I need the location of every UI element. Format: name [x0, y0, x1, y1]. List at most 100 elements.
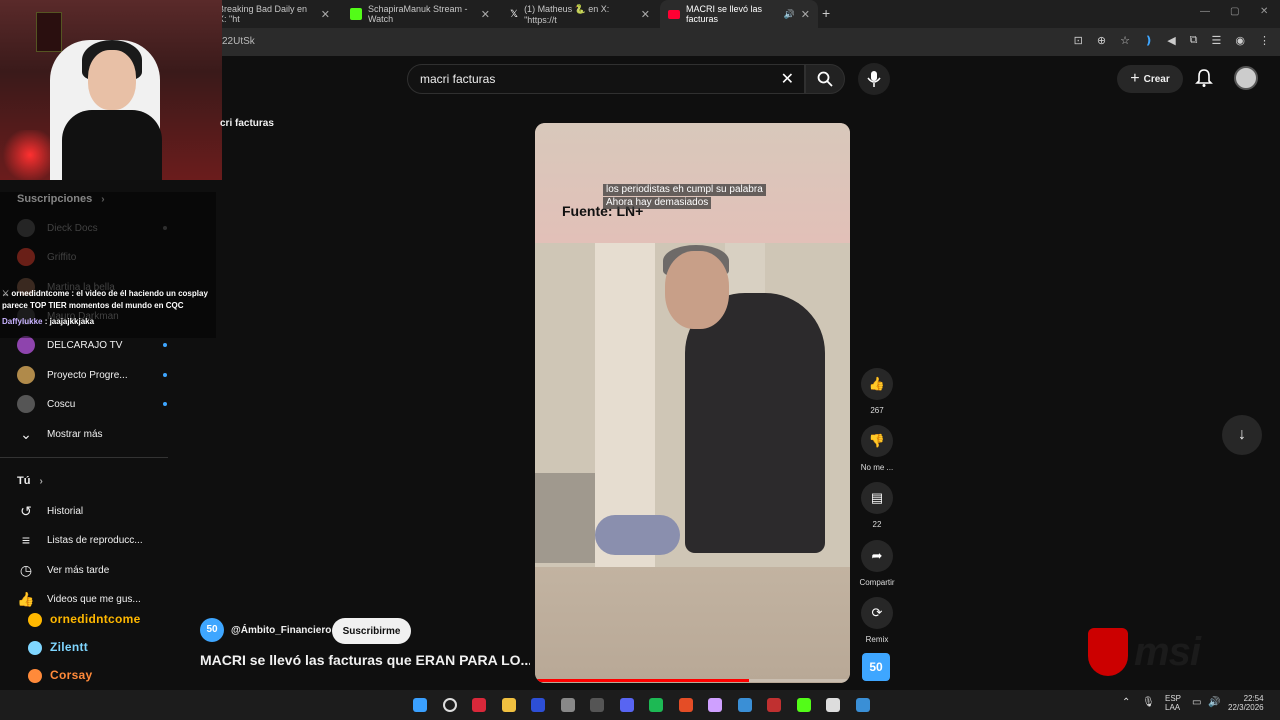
comments-button[interactable]: ▤ 22: [860, 482, 894, 529]
audio-icon[interactable]: ◀: [1167, 34, 1175, 47]
close-icon[interactable]: ✕: [321, 8, 330, 21]
chat-username: ornedidntcome: [11, 289, 70, 298]
app-circle-icon[interactable]: [590, 698, 604, 712]
chat-username: Daffylukke: [2, 317, 43, 326]
search-button[interactable]: [805, 64, 845, 94]
sidebar-item-playlists[interactable]: ≡ Listas de reproducc...: [17, 527, 167, 553]
new-tab-plus-icon[interactable]: +: [822, 5, 830, 21]
discord-icon[interactable]: [619, 698, 634, 712]
close-icon[interactable]: ✕: [481, 8, 490, 21]
stream-alert-name: Zilentt: [50, 640, 89, 654]
v-app-icon[interactable]: [531, 698, 545, 712]
channel-name: DELCARAJO TV: [47, 339, 123, 351]
sidebar-item-proyecto-progre[interactable]: Proyecto Progre...: [17, 362, 167, 388]
kick-icon[interactable]: [796, 698, 811, 712]
video-caption: los periodistas eh cumpl su palabra: [603, 184, 766, 196]
app-red-icon[interactable]: [472, 698, 486, 712]
url-text[interactable]: 22UtSk: [222, 36, 255, 47]
maximize-icon[interactable]: ▢: [1230, 6, 1239, 17]
search-input[interactable]: macri facturas: [420, 72, 495, 86]
thumb-up-icon: 👍: [861, 368, 893, 400]
sidebar-item-label: Listas de reproducc...: [47, 534, 143, 546]
tab-title: SchapiraManuk Stream - Watch: [368, 4, 468, 24]
video-progress-bar[interactable]: [535, 679, 850, 682]
subscribe-button[interactable]: Suscribirme: [332, 618, 411, 644]
voice-search-button[interactable]: [858, 63, 890, 95]
spotify-icon[interactable]: [649, 698, 663, 712]
msi-wordmark: msi: [1134, 629, 1201, 674]
channel-name[interactable]: @Ámbito_Financiero: [231, 625, 331, 636]
shorts-video-player[interactable]: Fuente: LN+ los periodistas eh cumpl su …: [535, 123, 850, 683]
stream-alert-name: ornedidntcome: [50, 612, 141, 626]
zoom-icon[interactable]: ⊕: [1097, 34, 1106, 47]
thumb-down-icon: 👎: [861, 425, 893, 457]
dislike-label: No me ...: [860, 463, 894, 472]
app-window-icon[interactable]: [855, 698, 870, 712]
app-spiral-icon[interactable]: [708, 698, 722, 712]
tray-mic-icon[interactable]: 🎙: [1142, 697, 1155, 708]
menu-kebab-icon[interactable]: ⋮: [1259, 34, 1270, 47]
search-icon[interactable]: [442, 698, 457, 712]
original-sound-thumbnail[interactable]: 50: [862, 653, 890, 681]
notifications-bell-icon[interactable]: [1195, 68, 1213, 88]
remix-label: Remix: [865, 635, 889, 644]
extension-blue-icon[interactable]: ❫: [1144, 34, 1153, 47]
sidebar-item-liked-videos[interactable]: 👍 Videos que me gus...: [17, 586, 167, 612]
sidebar-divider: [0, 457, 168, 458]
chat-badge-icon: ⚔: [2, 289, 12, 298]
bookmark-star-icon[interactable]: ☆: [1120, 34, 1130, 47]
app-c-icon[interactable]: [826, 698, 840, 712]
app-grey-icon[interactable]: [560, 698, 575, 712]
channel-avatar: [17, 395, 35, 413]
tab-macri-facturas[interactable]: MACRI se llevó las facturas 🔊 ✕: [660, 0, 818, 28]
language-indicator[interactable]: ESP LAA: [1165, 694, 1181, 712]
sidebar-item-coscu[interactable]: Coscu: [17, 391, 167, 417]
share-arrow-icon: ➦: [861, 540, 893, 572]
minimize-icon[interactable]: —: [1200, 6, 1210, 17]
show-more-button[interactable]: ⌄ Mostrar más: [17, 421, 167, 447]
chat-text: : jaajajkkjaka: [42, 317, 95, 326]
tray-overflow-icon[interactable]: ⌃: [1122, 697, 1130, 708]
sidebar-item-label: Videos que me gus...: [47, 593, 141, 605]
sidebar-item-historial[interactable]: ↺ Historial: [17, 498, 167, 524]
tab-breaking-bad[interactable]: Breaking Bad Daily en X: "ht ✕: [210, 0, 338, 28]
tab-schapira-stream[interactable]: SchapiraManuk Stream - Watch ✕: [342, 0, 498, 28]
volume-icon[interactable]: 🔊: [1208, 697, 1220, 708]
channel-avatar[interactable]: 50: [200, 618, 224, 642]
create-button[interactable]: + Crear: [1117, 65, 1183, 93]
show-more-label: Mostrar más: [47, 428, 103, 440]
window-close-icon[interactable]: ✕: [1260, 6, 1268, 17]
plus-icon: +: [1130, 70, 1140, 87]
stream-alert-name: Corsay: [50, 668, 93, 682]
share-button[interactable]: ➦ Compartir: [859, 540, 895, 587]
search-box[interactable]: macri facturas ✕: [407, 64, 805, 94]
close-icon[interactable]: ✕: [641, 8, 650, 21]
windows-start-icon[interactable]: [413, 698, 427, 712]
comment-icon: ▤: [861, 482, 893, 514]
wall-poster: [36, 12, 62, 52]
install-app-icon[interactable]: ⊡: [1074, 34, 1083, 47]
alert-badge-icon: [28, 641, 42, 655]
next-video-arrow-icon[interactable]: ↓: [1222, 415, 1262, 455]
chrome-icon[interactable]: [678, 698, 693, 712]
network-icon[interactable]: ▭: [1192, 697, 1201, 708]
folder-icon[interactable]: [501, 698, 516, 712]
sidebar-item-watch-later[interactable]: ◷ Ver más tarde: [17, 557, 167, 583]
tab-matheus-x[interactable]: 𝕏 (1) Matheus 🐍 en X: "https://t ✕: [502, 0, 658, 28]
account-avatar[interactable]: [1234, 66, 1258, 90]
profile-icon[interactable]: ◉: [1235, 34, 1245, 47]
clock[interactable]: 22:54 22/3/2026: [1228, 694, 1264, 712]
search-icon: [817, 71, 833, 87]
dislike-button[interactable]: 👎 No me ...: [860, 425, 894, 472]
remix-button[interactable]: ⟳ Remix: [860, 597, 894, 644]
clear-search-icon[interactable]: ✕: [781, 69, 794, 89]
reading-list-icon[interactable]: ☰: [1212, 34, 1222, 47]
like-button[interactable]: 👍 267: [860, 368, 894, 415]
voicemeeter-icon[interactable]: [767, 698, 781, 712]
close-icon[interactable]: ✕: [801, 8, 810, 21]
video-title[interactable]: MACRI se llevó las facturas que ERAN PAR…: [200, 652, 530, 668]
photos-icon[interactable]: [737, 698, 752, 712]
you-header[interactable]: Tú ›: [17, 475, 43, 487]
chat-message: Daffylukke : jaajajkkjaka: [2, 316, 216, 328]
extensions-puzzle-icon[interactable]: ⧉: [1190, 34, 1198, 47]
